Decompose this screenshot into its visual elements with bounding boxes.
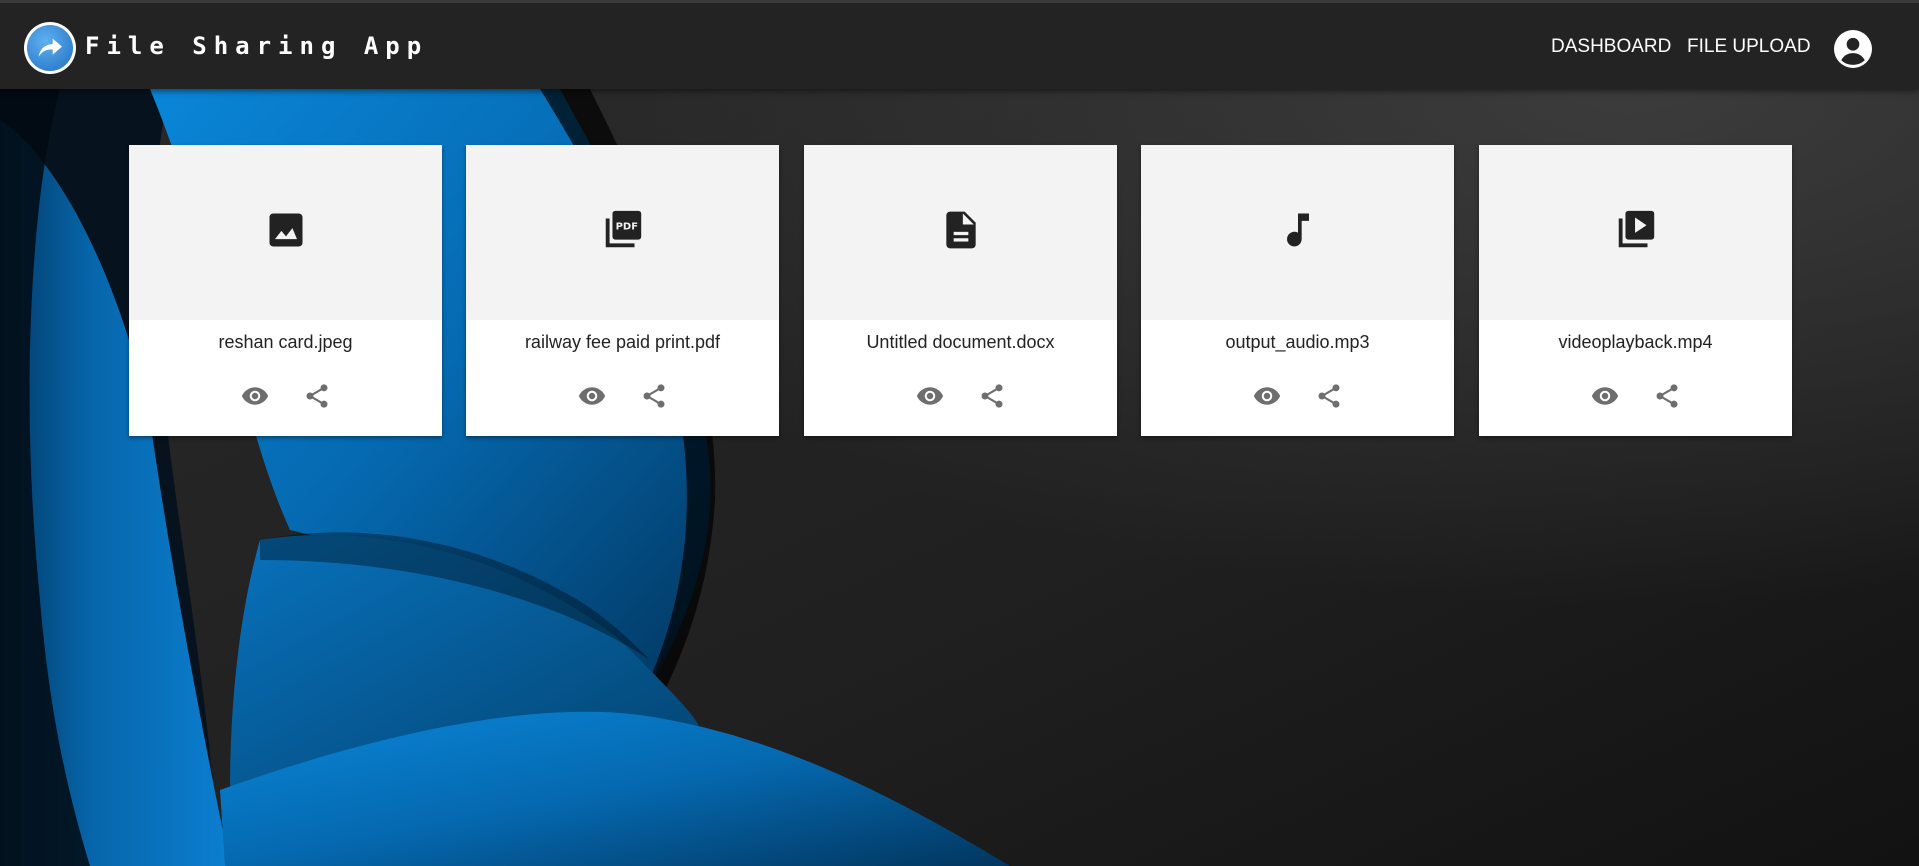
share-button[interactable] (977, 381, 1007, 411)
file-name: reshan card.jpeg (218, 332, 353, 352)
nav-file-upload-link[interactable]: FILE UPLOAD (1687, 36, 1811, 58)
video-library-icon (1613, 207, 1659, 258)
card-actions (1479, 381, 1792, 411)
file-thumbnail (129, 145, 442, 320)
view-button[interactable] (915, 381, 945, 411)
view-button[interactable] (577, 381, 607, 411)
view-button[interactable] (1590, 381, 1620, 411)
document-icon (939, 208, 983, 257)
app-logo[interactable] (24, 22, 76, 74)
file-card[interactable]: PDF railway fee paid print.pdf (466, 145, 779, 436)
share-button[interactable] (639, 381, 669, 411)
file-name: output_audio.mp3 (1225, 332, 1370, 352)
file-name: videoplayback.mp4 (1558, 332, 1713, 352)
eye-icon (578, 387, 605, 405)
pdf-icon: PDF (600, 207, 646, 258)
file-card[interactable]: reshan card.jpeg (129, 145, 442, 436)
file-thumbnail: PDF (466, 145, 779, 320)
card-actions (466, 381, 779, 411)
eye-icon (1253, 387, 1280, 405)
file-card[interactable]: videoplayback.mp4 (1479, 145, 1792, 436)
file-card[interactable]: Untitled document.docx (804, 145, 1117, 436)
view-button[interactable] (240, 381, 270, 411)
eye-icon (916, 387, 943, 405)
top-navbar: File Sharing App DASHBOARD FILE UPLOAD (0, 0, 1919, 89)
card-actions (129, 381, 442, 411)
share-icon (1656, 384, 1677, 408)
image-icon (264, 208, 308, 257)
file-name: Untitled document.docx (866, 332, 1055, 352)
card-actions (1141, 381, 1454, 411)
file-card[interactable]: output_audio.mp3 (1141, 145, 1454, 436)
file-thumbnail (1141, 145, 1454, 320)
svg-text:PDF: PDF (615, 222, 637, 233)
share-icon (1318, 384, 1339, 408)
nav-dashboard-link[interactable]: DASHBOARD (1551, 36, 1671, 58)
share-button[interactable] (1314, 381, 1344, 411)
card-actions (804, 381, 1117, 411)
app-title: File Sharing App (85, 32, 429, 60)
share-button[interactable] (302, 381, 332, 411)
eye-icon (241, 387, 268, 405)
music-note-icon (1276, 208, 1320, 257)
share-arrow-icon (27, 25, 73, 71)
account-circle-icon[interactable] (1834, 30, 1872, 68)
view-button[interactable] (1252, 381, 1282, 411)
eye-icon (1591, 387, 1618, 405)
file-name: railway fee paid print.pdf (524, 332, 721, 352)
file-thumbnail (804, 145, 1117, 320)
share-icon (643, 384, 664, 408)
share-icon (981, 384, 1002, 408)
file-thumbnail (1479, 145, 1792, 320)
share-icon (306, 384, 327, 408)
share-button[interactable] (1652, 381, 1682, 411)
